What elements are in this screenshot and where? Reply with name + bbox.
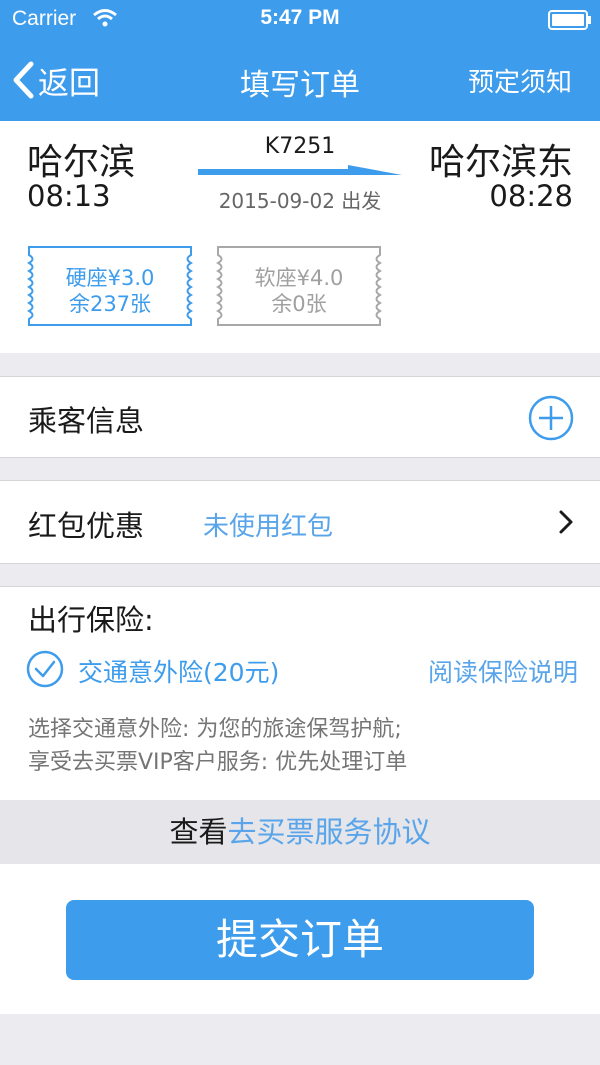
passenger-label: 乘客信息 <box>28 404 145 438</box>
agreement-prefix: 查看 <box>169 815 228 849</box>
passenger-section[interactable]: 乘客信息 <box>0 376 600 458</box>
to-time: 08:28 <box>489 179 573 213</box>
checkmark-icon[interactable] <box>25 649 65 689</box>
chevron-right-icon <box>559 510 573 534</box>
insurance-title: 出行保险: <box>28 603 154 637</box>
to-station: 哈尔滨东 <box>428 142 573 183</box>
read-insurance-link[interactable]: 阅读保险说明 <box>428 653 578 689</box>
insurance-note: 享受去买票VIP客户服务: 优先处理订单 <box>28 750 408 775</box>
arrow-icon <box>198 165 402 175</box>
seat-option-soft[interactable]: 软座¥4.0 余0张 <box>214 243 384 329</box>
booking-notice-button[interactable]: 预定须知 <box>468 62 572 99</box>
agreement-link[interactable]: 去买票服务协议 <box>228 815 431 849</box>
header: Carrier 5:47 PM 返回 填写订单 预定须知 <box>0 0 600 121</box>
status-bar: Carrier 5:47 PM <box>0 0 600 38</box>
insurance-note: 选择交通意外险: 为您的旅途保驾护航; <box>28 717 402 742</box>
coupon-label: 红包优惠 <box>28 509 145 543</box>
nav-bar: 返回 填写订单 预定须知 <box>0 38 600 121</box>
coupon-section[interactable]: 红包优惠 未使用红包 <box>0 480 600 564</box>
seat-remaining-label: 余237张 <box>68 292 152 316</box>
train-info: 哈尔滨 08:13 K7251 2015-09-02 出发 哈尔滨东 08:28… <box>0 121 600 353</box>
add-passenger-icon[interactable] <box>528 395 574 441</box>
insurance-option[interactable]: 交通意外险(20元) <box>78 653 279 689</box>
battery-icon <box>548 10 591 30</box>
agreement-row: 查看去买票服务协议 <box>0 800 600 864</box>
status-time: 5:47 PM <box>260 6 340 29</box>
seat-option-hard[interactable]: 硬座¥3.0 余237张 <box>25 243 195 329</box>
submit-order-button[interactable]: 提交订单 <box>66 900 534 980</box>
submit-area: 提交订单 <box>0 864 600 1014</box>
insurance-section: 出行保险: 交通意外险(20元) 阅读保险说明 选择交通意外险: 为您的旅途保驾… <box>0 586 600 801</box>
seat-remaining-label: 余0张 <box>271 292 327 316</box>
coupon-value: 未使用红包 <box>203 512 334 542</box>
